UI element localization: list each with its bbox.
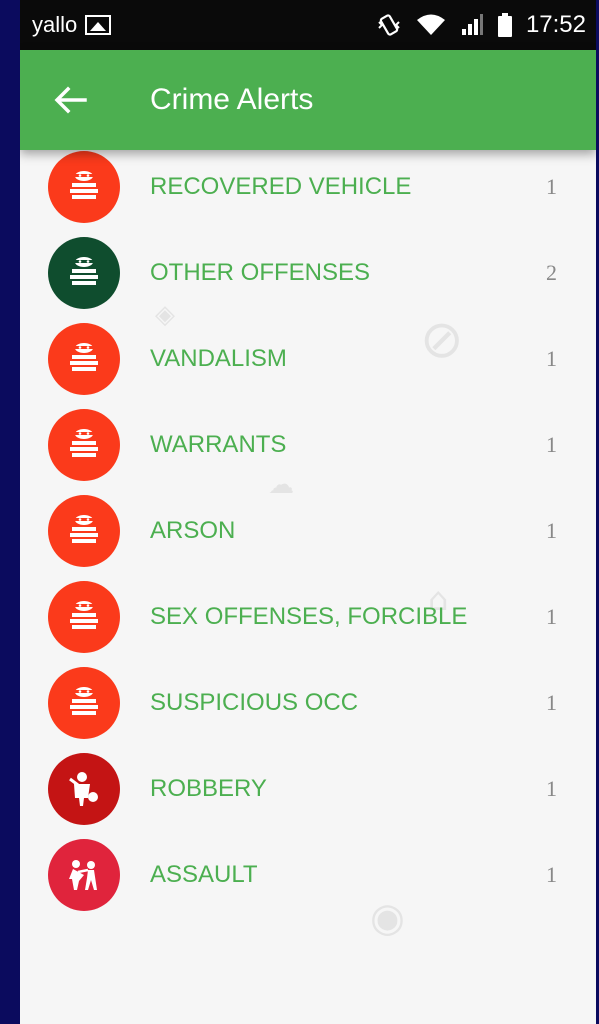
alert-row-suspicious-occ[interactable]: SUSPICIOUS OCC 1 [20,660,596,746]
category-label: ARSON [150,517,236,544]
alert-count: 1 [546,174,557,199]
alert-count: 1 [546,690,557,715]
category-label: SEX OFFENSES, FORCIBLE [150,603,468,630]
thief-icon [70,601,98,629]
category-avatar [48,753,120,825]
thief-icon [70,343,98,371]
category-label: ROBBERY [150,775,267,802]
thief-icon [70,429,98,457]
category-label: WARRANTS [150,431,287,458]
category-avatar [48,151,120,223]
thief-icon [70,687,98,715]
category-label: SUSPICIOUS OCC [150,689,359,716]
category-avatar [48,667,120,739]
signal-icon [461,14,483,35]
alert-row-arson[interactable]: ARSON 1 [20,488,596,574]
back-button[interactable] [20,85,120,115]
app-bar: Crime Alerts [20,50,596,150]
category-label: OTHER OFFENSES [150,259,371,286]
alert-count: 1 [546,776,557,801]
category-label: RECOVERED VEHICLE [150,173,412,200]
alert-count: 1 [546,346,557,371]
robber-icon [69,772,98,806]
alert-row-robbery[interactable]: ROBBERY 1 [20,746,596,832]
alert-row-other-offenses[interactable]: OTHER OFFENSES 2 [20,230,596,316]
assault-icon [69,860,97,890]
carrier-label: yallo [32,12,78,37]
clock: 17:52 [525,11,586,38]
category-avatar [48,237,120,309]
alert-row-vandalism[interactable]: VANDALISM 1 [20,316,596,402]
phone-screen: yallo 17:52 Crime Alerts ⊘ ◈ ☁ ⌂ ◉ RECOV… [20,0,596,1024]
battery-icon [497,13,512,37]
alert-row-assault[interactable]: ASSAULT 1 [20,832,596,918]
category-label: ASSAULT [150,861,258,888]
alert-row-recovered-vehicle[interactable]: RECOVERED VEHICLE 1 [20,144,596,230]
back-arrow-icon [54,86,87,114]
alert-count: 1 [546,604,557,629]
category-avatar [48,323,120,395]
wifi-icon [416,14,445,35]
category-avatar [48,409,120,481]
vibrate-icon [378,14,400,36]
thief-icon [70,515,98,543]
image-notification-icon [85,15,112,35]
alert-count: 2 [546,260,557,285]
thief-icon [70,171,98,199]
category-avatar [48,495,120,567]
alert-count: 1 [546,518,557,543]
page-title: Crime Alerts [150,83,314,116]
alert-list: RECOVERED VEHICLE 1 OTHER OFFENSES 2 VAN… [20,150,596,918]
alert-row-sex-offenses-forcible[interactable]: SEX OFFENSES, FORCIBLE 1 [20,574,596,660]
category-avatar [48,839,120,911]
thief-icon [70,257,98,285]
alert-count: 1 [546,432,557,457]
alert-row-warrants[interactable]: WARRANTS 1 [20,402,596,488]
category-avatar [48,581,120,653]
status-bar: yallo 17:52 [20,0,596,50]
alert-count: 1 [546,862,557,887]
category-label: VANDALISM [150,345,287,372]
